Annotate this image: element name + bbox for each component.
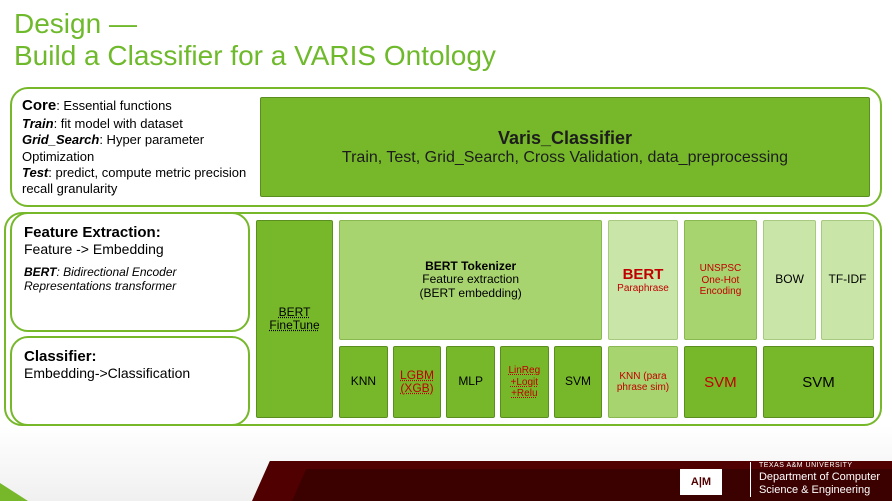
bert-paraphrase-box: BERT Paraphrase bbox=[608, 220, 678, 340]
feat-desc: BERT: Bidirectional Encoder Representati… bbox=[24, 265, 236, 293]
footer-dept-line2: Science & Engineering bbox=[759, 484, 880, 497]
tamu-logo: A|M bbox=[680, 469, 722, 495]
feat-header: Feature Extraction: bbox=[24, 224, 236, 241]
bert-tokenizer-line2: (BERT embedding) bbox=[420, 287, 522, 301]
varis-classifier-title: Varis_Classifier bbox=[498, 128, 632, 149]
bow-label: BOW bbox=[775, 273, 804, 287]
title-line-1: Design — bbox=[14, 8, 878, 40]
knn-paraphrase-label: KNN (para phrase sim) bbox=[615, 371, 671, 394]
bert-linreg-label: LinReg +Logit +Relu bbox=[507, 365, 542, 400]
bert-paraphrase-sub: Paraphrase bbox=[617, 283, 669, 295]
varis-classifier-block: Varis_Classifier Train, Test, Grid_Searc… bbox=[260, 97, 870, 197]
core-label-block: Core: Essential functions Train: fit mod… bbox=[22, 97, 252, 197]
core-header: Core bbox=[22, 97, 56, 114]
bow-tfidf-svm-box: SVM bbox=[763, 346, 874, 418]
bert-linreg-box: LinReg +Logit +Relu bbox=[500, 346, 549, 418]
unspsc-label: UNSPSC One-Hot Encoding bbox=[691, 263, 750, 298]
bert-tokenizer-line1: Feature extraction bbox=[420, 273, 522, 287]
bert-lgbm-box: LGBM (XGB) bbox=[393, 346, 442, 418]
core-train-label: Train bbox=[22, 116, 54, 131]
bert-lgbm-label: LGBM (XGB) bbox=[400, 369, 435, 397]
col-bert-finetune: BERT FineTune bbox=[256, 220, 333, 418]
col-bert-tokenizer: BERT Tokenizer Feature extraction (BERT … bbox=[339, 220, 602, 418]
core-panel: Core: Essential functions Train: fit mod… bbox=[10, 87, 882, 207]
feat-sub: Feature -> Embedding bbox=[24, 241, 236, 257]
bert-svm-box: SVM bbox=[554, 346, 603, 418]
footer-department: TEXAS A&M UNIVERSITY Department of Compu… bbox=[750, 462, 880, 497]
unspsc-box: UNSPSC One-Hot Encoding bbox=[684, 220, 757, 340]
core-grid-label: Grid_Search bbox=[22, 132, 99, 147]
core-header-tail: : Essential functions bbox=[56, 98, 172, 113]
bert-tokenizer-title: BERT Tokenizer bbox=[420, 260, 522, 274]
varis-classifier-subtitle: Train, Test, Grid_Search, Cross Validati… bbox=[342, 149, 788, 167]
unspsc-svm-box: SVM bbox=[684, 346, 757, 418]
unspsc-svm-label: SVM bbox=[704, 374, 737, 391]
footer-dept-line1: Department of Computer bbox=[759, 471, 880, 484]
core-test-desc: : predict, compute metric precision reca… bbox=[22, 165, 246, 196]
col-bert-paraphrase: BERT Paraphrase KNN (para phrase sim) bbox=[608, 220, 678, 418]
tfidf-box: TF-IDF bbox=[821, 220, 874, 340]
core-train-desc: : fit model with dataset bbox=[54, 116, 183, 131]
bert-mlp-label: MLP bbox=[458, 375, 483, 389]
footer-university: TEXAS A&M UNIVERSITY bbox=[759, 462, 880, 470]
bert-finetune-label: BERT FineTune bbox=[263, 306, 326, 334]
bert-paraphrase-title: BERT bbox=[617, 266, 669, 283]
core-test-label: Test bbox=[22, 165, 48, 180]
bert-mlp-box: MLP bbox=[446, 346, 495, 418]
col-unspsc: UNSPSC One-Hot Encoding SVM bbox=[684, 220, 757, 418]
feat-desc-lbl: BERT bbox=[24, 265, 56, 279]
bert-classifier-row: KNN LGBM (XGB) MLP LinReg +Logit +Relu S… bbox=[339, 346, 602, 418]
tfidf-label: TF-IDF bbox=[829, 273, 867, 287]
bert-finetune-box: BERT FineTune bbox=[256, 220, 333, 418]
cls-header: Classifier: bbox=[24, 348, 236, 365]
title-line-2: Build a Classifier for a VARIS Ontology bbox=[14, 40, 878, 72]
footer: A|M TEXAS A&M UNIVERSITY Department of C… bbox=[0, 455, 892, 501]
bert-svm-label: SVM bbox=[565, 375, 591, 389]
footer-triangle-left bbox=[0, 483, 28, 501]
slide-title: Design — Build a Classifier for a VARIS … bbox=[0, 0, 892, 82]
bert-tokenizer-box: BERT Tokenizer Feature extraction (BERT … bbox=[339, 220, 602, 340]
knn-paraphrase-box: KNN (para phrase sim) bbox=[608, 346, 678, 418]
bow-tfidf-svm-label: SVM bbox=[802, 374, 835, 391]
col-bow-tfidf: BOW TF-IDF SVM bbox=[763, 220, 874, 418]
classifier-panel: Classifier: Embedding->Classification bbox=[10, 336, 250, 426]
bert-knn-box: KNN bbox=[339, 346, 388, 418]
bow-box: BOW bbox=[763, 220, 816, 340]
bert-knn-label: KNN bbox=[351, 375, 376, 389]
cls-sub: Embedding->Classification bbox=[24, 365, 236, 381]
feature-extraction-panel: Feature Extraction: Feature -> Embedding… bbox=[10, 212, 250, 332]
